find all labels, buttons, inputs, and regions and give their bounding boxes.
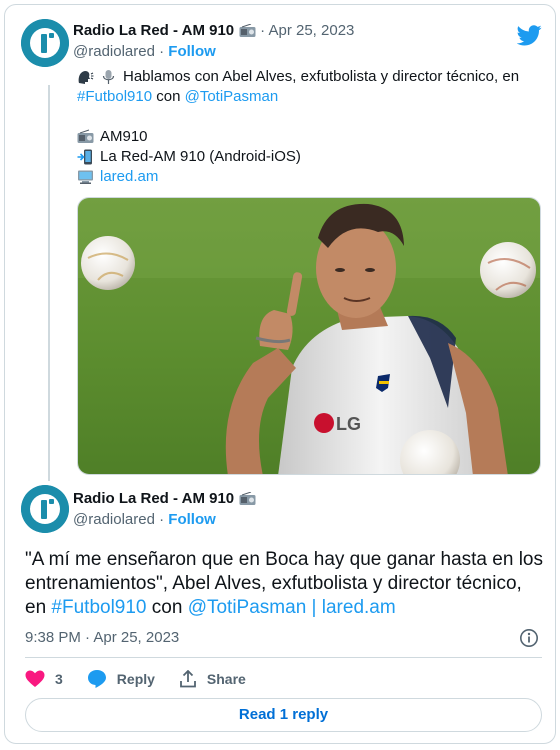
- author-line: Radio La Red - AM 910: [73, 490, 256, 507]
- like-count: 3: [55, 671, 63, 687]
- mention-link[interactable]: @TotiPasman: [188, 597, 307, 618]
- tweet-timestamp[interactable]: 9:38 PM · Apr 25, 2023: [25, 629, 179, 646]
- computer-icon: [78, 170, 93, 184]
- author-name[interactable]: Radio La Red - AM 910: [73, 490, 234, 507]
- read-replies-button[interactable]: Read 1 reply: [25, 698, 542, 732]
- reply-button[interactable]: Reply: [87, 669, 155, 689]
- radio-la-red-logo-icon: [21, 19, 69, 67]
- heart-icon: [25, 670, 45, 687]
- body-con: con: [146, 597, 188, 618]
- share-label: Share: [206, 671, 246, 687]
- app-text: La Red-AM 910 (Android-iOS): [100, 148, 301, 165]
- svg-text:LG: LG: [336, 414, 361, 434]
- author-handle[interactable]: @radiolared: [73, 43, 155, 60]
- reply-label: Reply: [116, 671, 155, 687]
- radio-icon: [239, 491, 256, 505]
- action-bar: 3 Reply Share: [25, 667, 270, 691]
- coach-photo-illustration: LG: [78, 198, 540, 474]
- follow-button[interactable]: Follow: [168, 511, 216, 528]
- main-tweet-text: "A mí me enseñaron que en Boca hay que g…: [25, 548, 545, 620]
- tweet-body: Hablamos con Abel Alves, exfutbolista y …: [77, 67, 537, 187]
- speaking-head-icon: [78, 71, 94, 84]
- reply-bubble-icon: [87, 670, 106, 688]
- author-handle[interactable]: @radiolared: [73, 511, 155, 528]
- microphone-icon: [102, 70, 115, 84]
- twitter-bird-icon[interactable]: [517, 25, 542, 46]
- avatar[interactable]: [21, 19, 69, 67]
- mobile-arrow-icon: [77, 149, 92, 165]
- mention-link[interactable]: @TotiPasman: [185, 87, 279, 107]
- link-separator: |: [306, 597, 322, 618]
- info-icon[interactable]: [519, 628, 539, 648]
- separator-dot: ·: [159, 43, 165, 60]
- radio-icon: [77, 129, 94, 143]
- author-line: Radio La Red - AM 910 · Apr 25, 2023: [73, 22, 354, 39]
- hashtag-link[interactable]: #Futbol910: [77, 87, 152, 107]
- divider: [25, 657, 542, 658]
- body-line-1: Hablamos con Abel Alves, exfutbolista y …: [123, 68, 520, 85]
- hashtag-link[interactable]: #Futbol910: [51, 597, 146, 618]
- tweet-photo[interactable]: LG: [77, 197, 541, 475]
- tweet-date[interactable]: · Apr 25, 2023: [260, 22, 354, 39]
- thread-connector-line: [48, 85, 50, 481]
- separator-dot: ·: [159, 511, 165, 528]
- handle-line: @radiolared · Follow: [73, 43, 216, 60]
- body-con: con: [152, 88, 185, 105]
- avatar[interactable]: [21, 485, 69, 533]
- website-link[interactable]: lared.am: [322, 597, 396, 618]
- station-text: AM910: [100, 128, 148, 145]
- website-link[interactable]: lared.am: [100, 167, 158, 187]
- share-upload-icon: [180, 670, 196, 688]
- share-button[interactable]: Share: [179, 670, 246, 688]
- radio-la-red-logo-icon: [21, 485, 69, 533]
- radio-icon: [239, 23, 256, 37]
- handle-line: @radiolared · Follow: [73, 511, 216, 528]
- follow-button[interactable]: Follow: [168, 43, 216, 60]
- like-button[interactable]: 3: [25, 670, 63, 688]
- author-name[interactable]: Radio La Red - AM 910: [73, 22, 234, 39]
- tweet-embed-card: Radio La Red - AM 910 · Apr 25, 2023 @ra…: [4, 4, 556, 744]
